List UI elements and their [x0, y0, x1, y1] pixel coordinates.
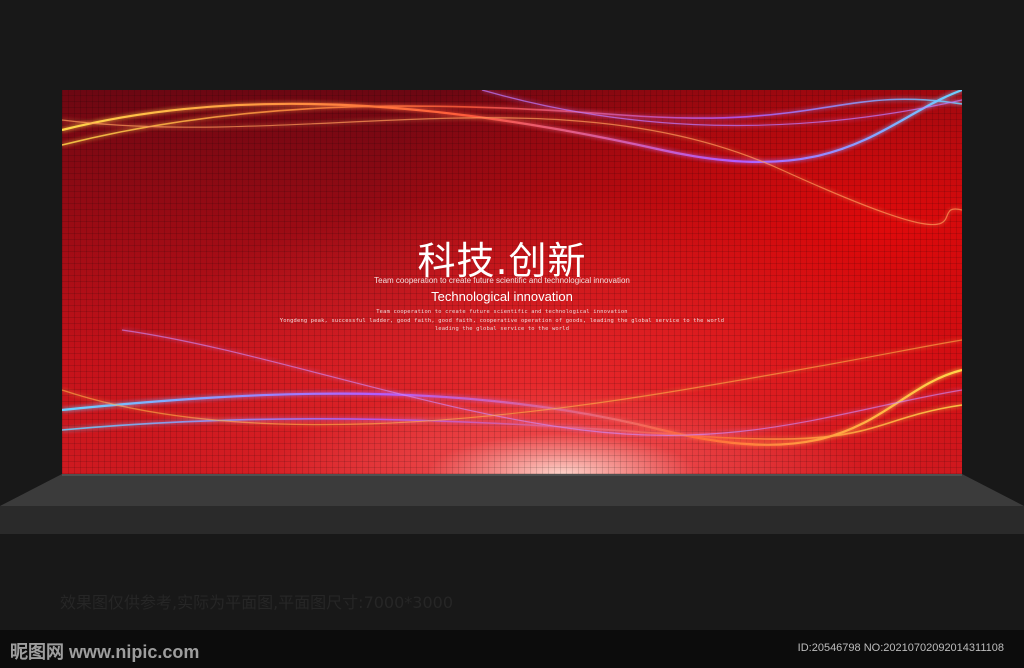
stage-front [0, 506, 1024, 534]
subtitle-small: Team cooperation to create future scient… [374, 276, 630, 285]
small-line-1: Team cooperation to create future scient… [376, 309, 628, 315]
brand-url: www.nipic.com [69, 642, 200, 662]
subtitle-large: Technological innovation [431, 289, 573, 304]
stage-backdrop: 科技.创新 Team cooperation to create future … [62, 90, 962, 474]
image-id-text: ID:20546798 NO:20210702092014311108 [797, 642, 1004, 654]
small-line-3: leading the global service to the world [434, 326, 570, 332]
stage-note: 效果图仅供参考,实际为平面图,平面图尺寸:7000*3000 [60, 593, 454, 612]
stage-platform [0, 474, 1024, 506]
watermark-brand: 昵图网 www.nipic.com [10, 638, 199, 664]
small-line-2: Yongdeng peak, successful ladder, good f… [279, 318, 725, 324]
brand-name: 昵图网 [10, 642, 64, 663]
scene: 科技.创新 Team cooperation to create future … [0, 0, 1024, 668]
